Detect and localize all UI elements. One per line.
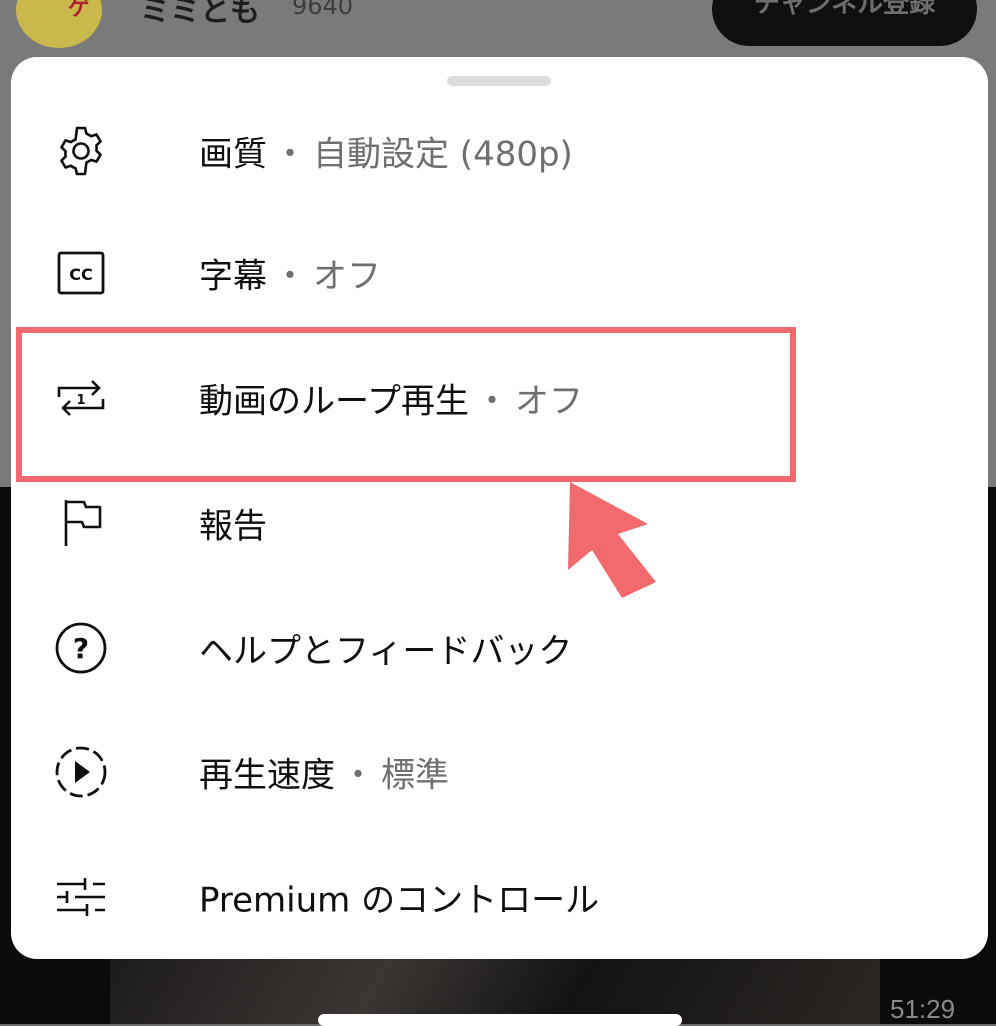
help-circle-icon: ? — [51, 622, 111, 674]
menu-item-label: 画質・自動設定 (480p) — [199, 134, 573, 175]
menu-item-label: 報告 — [199, 506, 267, 547]
menu-item-premium-controls[interactable]: Premium のコントロール — [11, 847, 988, 947]
menu-item-label: 再生速度・標準 — [199, 755, 449, 796]
menu-item-value: 自動設定 (480p) — [313, 134, 573, 175]
subscribe-button[interactable]: チャンネル登録 — [712, 0, 977, 46]
annotation-highlight-box — [16, 327, 796, 482]
sheet-drag-handle[interactable] — [447, 76, 551, 86]
avatar-logo: ゲ — [68, 0, 91, 21]
menu-item-playback-speed[interactable]: 再生速度・標準 — [11, 722, 988, 822]
annotation-arrow-icon — [568, 482, 656, 598]
menu-item-label: Premium のコントロール — [199, 880, 600, 921]
playback-speed-icon — [51, 746, 111, 798]
menu-item-help-feedback[interactable]: ? ヘルプとフィードバック — [11, 598, 988, 698]
svg-text:CC: CC — [69, 265, 92, 284]
gear-icon — [51, 125, 111, 177]
menu-item-label: 字幕・オフ — [199, 256, 381, 297]
subscriber-count: 9640 — [292, 0, 354, 20]
menu-item-captions[interactable]: CC 字幕・オフ — [11, 223, 988, 323]
svg-text:?: ? — [73, 632, 89, 665]
channel-name: ミミとも — [140, 0, 260, 29]
menu-item-quality[interactable]: 画質・自動設定 (480p) — [11, 101, 988, 201]
video-duration: 51:29 — [890, 994, 956, 1024]
menu-item-label: ヘルプとフィードバック — [199, 631, 573, 672]
home-indicator[interactable] — [318, 1014, 682, 1026]
closed-captions-icon: CC — [51, 247, 111, 299]
menu-item-value: オフ — [313, 256, 381, 297]
menu-item-report[interactable]: 報告 — [11, 473, 988, 573]
menu-item-value: 標準 — [381, 755, 449, 796]
flag-icon — [51, 497, 111, 549]
sliders-icon — [51, 871, 111, 923]
settings-bottom-sheet: 画質・自動設定 (480p) CC 字幕・オフ 1 動画のループ再生・オフ 報告… — [11, 57, 988, 959]
